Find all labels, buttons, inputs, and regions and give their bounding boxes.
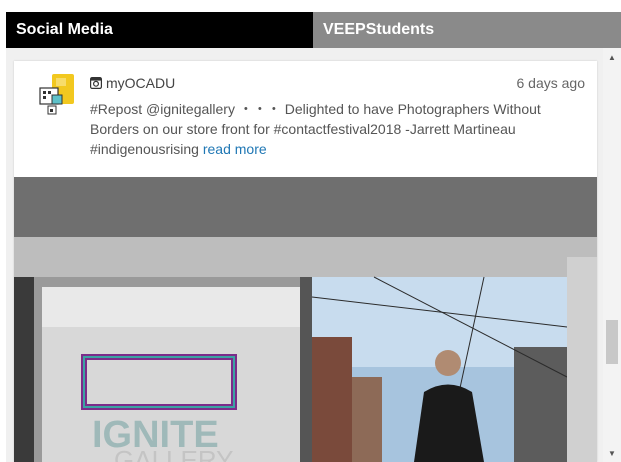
photo-sign-text-2: GALLERY [114,445,233,462]
post-time: 6 days ago [516,75,586,91]
read-more-link[interactable]: read more [203,141,267,157]
tab-social-media[interactable]: Social Media [6,12,313,48]
feed-scrollbar[interactable]: ▲ ▼ [603,48,621,462]
ocadu-avatar-icon[interactable] [38,74,78,122]
scroll-up-arrow-icon[interactable]: ▲ [603,48,621,66]
post-card[interactable]: myOCADU 6 days ago #Repost @ignitegaller… [14,61,597,462]
scroll-down-arrow-icon[interactable]: ▼ [603,444,621,462]
instagram-icon[interactable] [90,77,102,89]
post-body: #Repost @ignitegallery ・・・ Delighted to … [90,101,541,157]
scroll-thumb[interactable] [606,320,618,364]
social-feed: myOCADU 6 days ago #Repost @ignitegaller… [6,48,621,462]
post-photo[interactable]: IGNITE GALLERY [14,177,597,462]
tab-veepstudents[interactable]: VEEPStudents [313,12,621,48]
post-header: myOCADU 6 days ago [90,75,585,95]
tab-bar: Social Media VEEPStudents [0,0,621,48]
post-text: #Repost @ignitegallery ・・・ Delighted to … [90,99,560,159]
account-name[interactable]: myOCADU [106,75,175,91]
